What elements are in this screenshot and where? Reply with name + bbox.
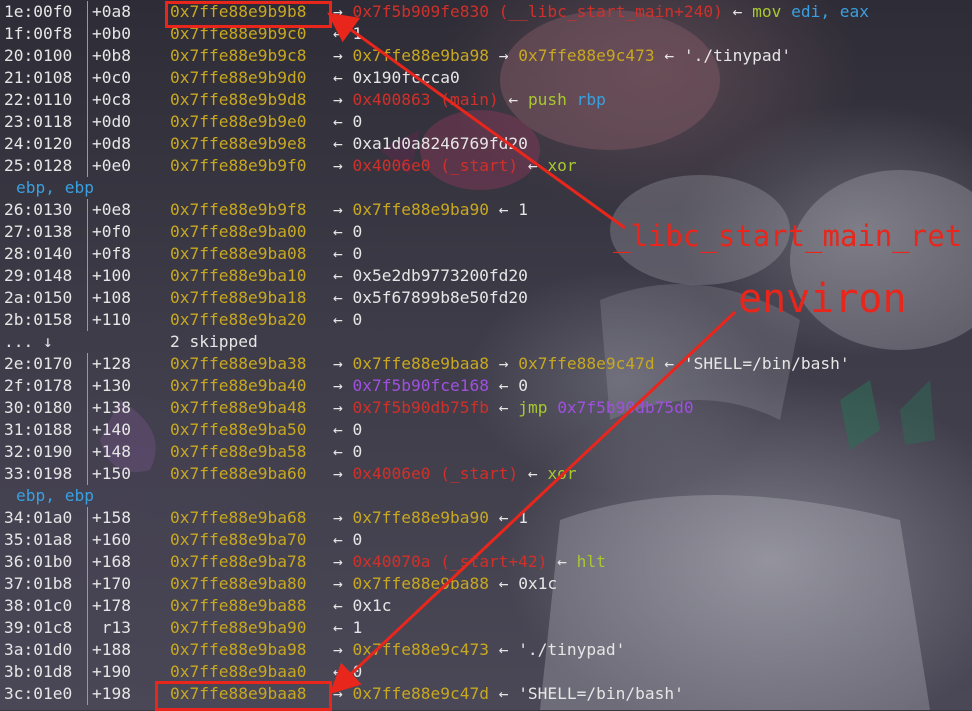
libc-start-main-ret-label: _libc_start_main_ret bbox=[613, 219, 963, 253]
environ-label: environ bbox=[738, 276, 907, 322]
annotation-arrows bbox=[327, 12, 737, 695]
arrow-environ bbox=[329, 310, 737, 695]
arrow-libc-ret bbox=[327, 12, 626, 230]
